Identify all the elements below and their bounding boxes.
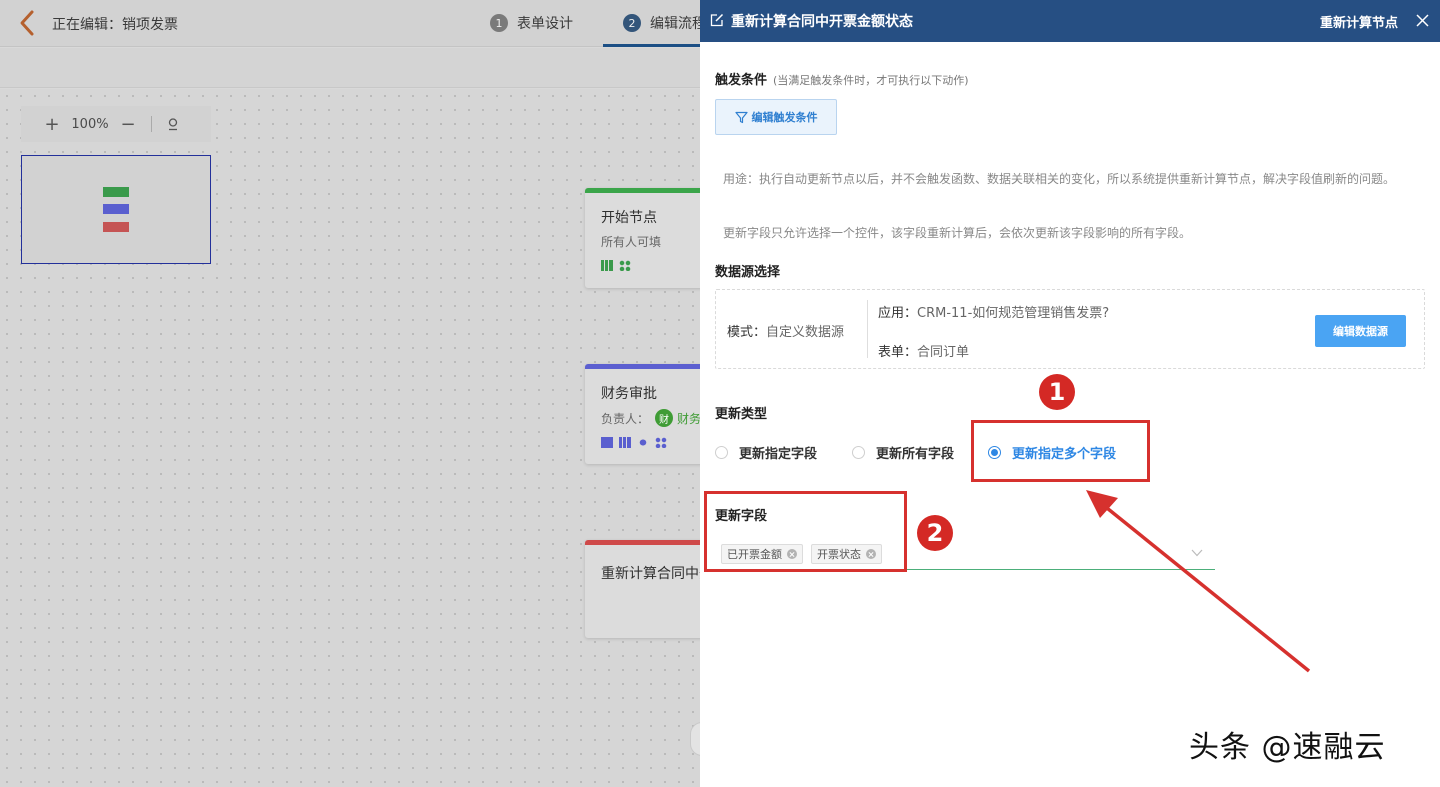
edit-icon <box>710 13 724 27</box>
zoom-controls: + 100% − <box>21 106 211 142</box>
form-icon <box>601 437 613 448</box>
radio-circle <box>715 446 728 459</box>
drawer-header: 重新计算合同中开票金额状态 重新计算节点 <box>700 0 1440 42</box>
highlight-box-update-type <box>971 420 1150 482</box>
minimap[interactable] <box>21 155 211 264</box>
tab-edit-flow[interactable]: 2 编辑流程 <box>623 13 706 33</box>
step-number: 2 <box>623 14 641 32</box>
back-arrow-icon[interactable] <box>14 9 42 37</box>
avatar: 财 <box>655 409 674 427</box>
step-label: 编辑流程 <box>650 16 706 32</box>
form-key: 表单： <box>878 345 918 360</box>
minimap-node <box>103 222 129 232</box>
filter-icon <box>734 111 748 123</box>
marker-1: 1 <box>1039 374 1075 410</box>
key-icon <box>637 437 649 448</box>
trigger-label: 触发条件 <box>715 73 768 88</box>
update-type-title: 更新类型 <box>715 407 768 422</box>
datasource-title: 数据源选择 <box>715 265 781 280</box>
datasource-mode: 模式：自定义数据源 <box>727 321 844 340</box>
trigger-hint: (当满足触发条件时，才可执行以下动作) <box>773 74 969 87</box>
assignee-label: 负责人： <box>601 411 650 426</box>
edit-datasource-button[interactable]: 编辑数据源 <box>1315 315 1406 347</box>
datasource-app: 应用：CRM-11-如何规范管理销售发票? <box>878 302 1109 321</box>
edit-trigger-button[interactable]: 编辑触发条件 <box>715 99 837 135</box>
usage-description: 用途：执行自动更新节点以后，并不会触发函数、数据关联相关的变化，所以系统提供重新… <box>723 172 1396 186</box>
trigger-section-title: 触发条件 (当满足触发条件时，才可执行以下动作) <box>715 69 969 88</box>
minimap-node <box>103 204 129 214</box>
node-type-label: 重新计算节点 <box>1319 16 1398 31</box>
datasource-form: 表单：合同订单 <box>878 341 969 360</box>
active-tab-indicator <box>603 44 703 47</box>
close-icon[interactable] <box>1415 13 1430 28</box>
field-note: 更新字段只允许选择一个控件，该字段重新计算后，会依次更新该字段影响的所有字段。 <box>723 226 1192 240</box>
watermark: 头条 @速融云 <box>1189 730 1386 765</box>
mode-value: 自定义数据源 <box>766 325 845 340</box>
assignee-name: 财务 <box>677 411 702 426</box>
zoom-in-icon[interactable]: + <box>37 114 67 135</box>
app-value: CRM-11-如何规范管理销售发票? <box>917 306 1110 321</box>
locate-icon[interactable] <box>166 117 180 131</box>
mode-key: 模式： <box>727 325 767 340</box>
marker-2: 2 <box>917 515 953 551</box>
drawer-title: 重新计算合同中开票金额状态 <box>731 14 913 30</box>
org-tree-icon <box>655 437 667 448</box>
chart-icon <box>601 260 613 271</box>
chart-icon <box>619 437 631 448</box>
edit-trigger-label: 编辑触发条件 <box>751 111 818 124</box>
radio-circle <box>852 446 865 459</box>
step-label: 表单设计 <box>517 16 573 32</box>
highlight-box-update-fields <box>704 491 907 572</box>
tab-form-design[interactable]: 1 表单设计 <box>490 13 573 33</box>
form-value: 合同订单 <box>917 345 970 360</box>
chevron-down-icon <box>1191 549 1203 557</box>
radio-label: 更新所有字段 <box>876 447 955 462</box>
org-tree-icon <box>619 260 631 271</box>
radio-update-specified-field[interactable]: 更新指定字段 <box>715 443 817 462</box>
datasource-box: 模式：自定义数据源 应用：CRM-11-如何规范管理销售发票? 表单：合同订单 … <box>715 289 1425 369</box>
divider <box>151 116 152 132</box>
editing-title: 正在编辑：销项发票 <box>52 17 178 33</box>
radio-update-all-fields[interactable]: 更新所有字段 <box>852 443 954 462</box>
zoom-out-icon[interactable]: − <box>113 114 143 135</box>
zoom-level: 100% <box>71 116 109 132</box>
divider <box>867 300 868 358</box>
app-key: 应用： <box>878 306 918 321</box>
radio-label: 更新指定字段 <box>739 447 818 462</box>
step-number: 1 <box>490 14 508 32</box>
minimap-node <box>103 187 129 197</box>
